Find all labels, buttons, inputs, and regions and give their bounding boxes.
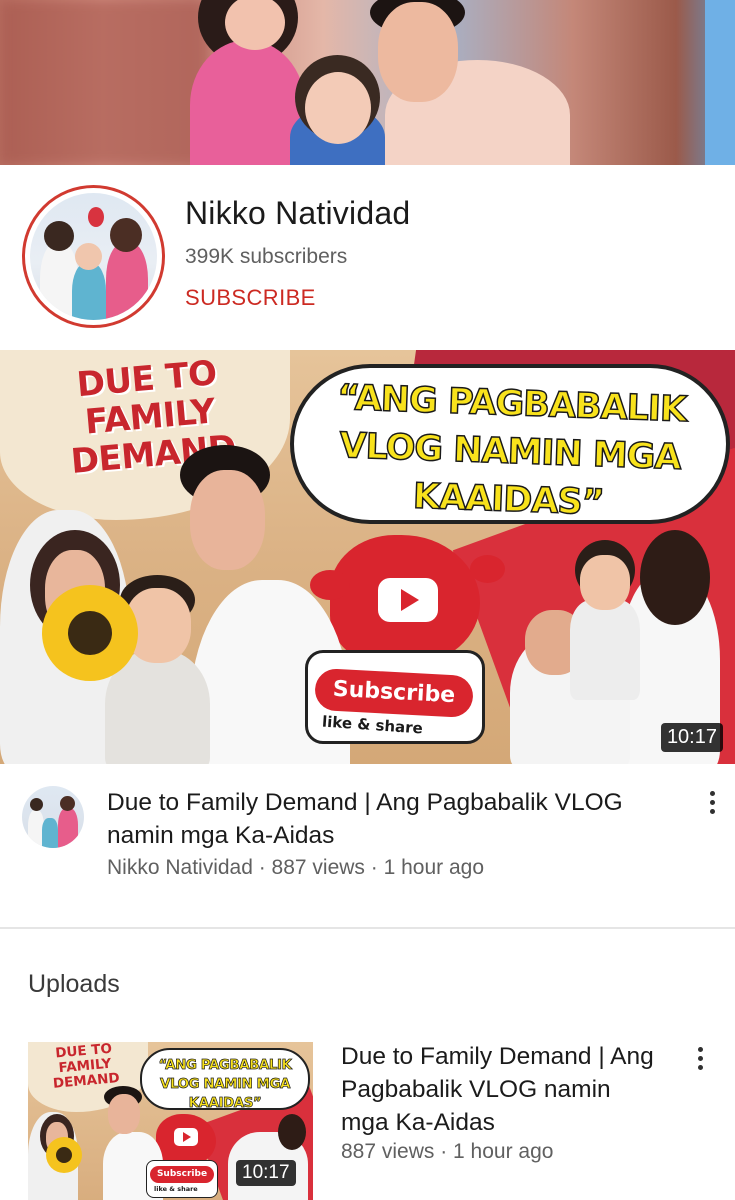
- channel-header: Nikko Natividad 399K subscribers SUBSCRI…: [0, 165, 735, 350]
- featured-video-meta: Nikko Natividad · 887 views · 1 hour ago: [107, 856, 485, 879]
- subscriber-count: 399K subscribers: [185, 245, 348, 268]
- upload-video-title[interactable]: Due to Family Demand | Ang Pagbabalik VL…: [341, 1040, 661, 1139]
- thumbnail-like-share: like & share: [154, 1185, 198, 1193]
- featured-video-details[interactable]: Due to Family Demand | Ang Pagbabalik VL…: [0, 764, 735, 927]
- channel-name: Nikko Natividad: [185, 195, 411, 231]
- youtube-logo-icon: [174, 1128, 198, 1146]
- featured-video-title[interactable]: Due to Family Demand | Ang Pagbabalik VL…: [107, 786, 647, 852]
- thumbnail-subscribe-pill: Subscribe: [314, 667, 474, 719]
- more-vert-icon[interactable]: [700, 784, 724, 820]
- thumbnail-headline-right: “ANG PAGBABALIK VLOG NAMIN MGA KAAIDAS”: [158, 1057, 292, 1112]
- youtube-logo-icon: [378, 578, 438, 622]
- subscribe-button[interactable]: SUBSCRIBE: [185, 285, 316, 311]
- featured-video-thumbnail[interactable]: DUE TO FAMILY DEMAND “ANG PAGBABALIK VLO…: [0, 350, 735, 764]
- thumbnail-subscribe-pill: Subscribe: [150, 1166, 214, 1183]
- video-duration: 10:17: [236, 1160, 296, 1186]
- channel-avatar[interactable]: [22, 185, 165, 328]
- channel-banner: [0, 0, 735, 165]
- uploads-section-title: Uploads: [28, 970, 120, 998]
- thumbnail-headline-right: “ANG PAGBABALIK VLOG NAMIN MGA KAAIDAS”: [336, 377, 688, 524]
- video-duration: 10:17: [660, 723, 723, 752]
- channel-avatar-small[interactable]: [22, 786, 84, 848]
- section-divider: [0, 927, 735, 929]
- more-vert-icon[interactable]: [688, 1040, 712, 1076]
- upload-video-meta: 887 views · 1 hour ago: [341, 1140, 554, 1163]
